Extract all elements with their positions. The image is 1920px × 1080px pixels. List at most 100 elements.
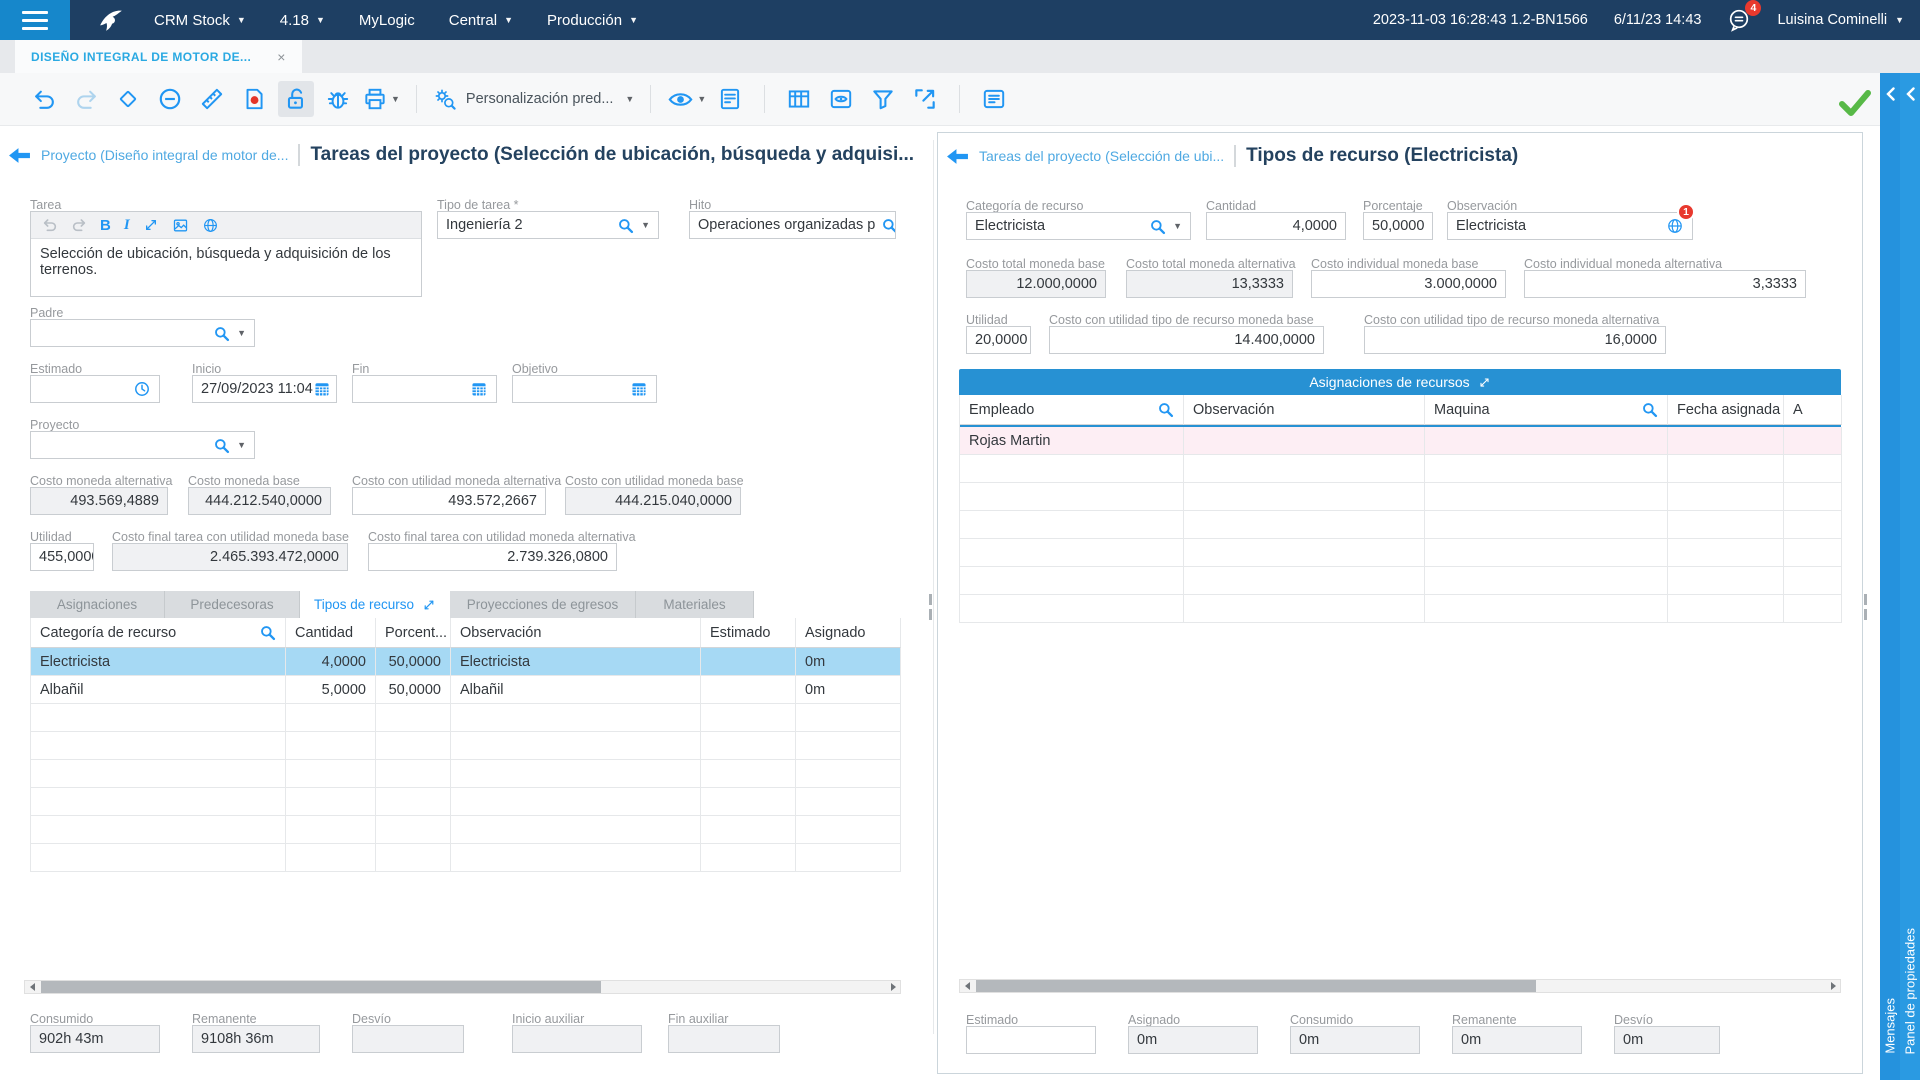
fullscreen-button[interactable] [907, 81, 943, 117]
fin-date-input[interactable] [352, 375, 497, 403]
scrollbar-thumb[interactable] [41, 981, 601, 993]
utilidad-input[interactable]: 455,0000 [30, 543, 94, 571]
scroll-right-arrow[interactable] [1826, 980, 1840, 992]
column-header[interactable]: Estimado [701, 618, 796, 648]
column-header[interactable]: Maquina [1425, 395, 1668, 425]
column-header[interactable]: Observación [1184, 395, 1425, 425]
desvio-input[interactable] [352, 1025, 464, 1053]
undo-icon[interactable] [42, 217, 58, 233]
horizontal-scrollbar[interactable] [959, 979, 1841, 993]
column-header[interactable]: Porcent... [376, 618, 451, 648]
column-header[interactable]: Observación [451, 618, 701, 648]
horizontal-scrollbar[interactable] [24, 980, 901, 994]
tarea-input[interactable]: Selección de ubicación, búsqueda y adqui… [31, 239, 421, 285]
chevron-down-icon[interactable]: ▼ [1173, 221, 1182, 231]
costo-individual-moneda-alternativa-input[interactable]: 3,3333 [1524, 270, 1806, 298]
back-arrow-icon[interactable] [946, 148, 969, 165]
utilidad-recurso-input[interactable]: 20,0000 [966, 326, 1031, 354]
insert-image-icon[interactable] [172, 217, 189, 234]
panel-splitter[interactable] [933, 140, 934, 1034]
back-arrow-icon[interactable] [8, 147, 31, 164]
undo-button[interactable] [26, 81, 62, 117]
consumido-recurso-input[interactable]: 0m [1290, 1026, 1420, 1054]
remanente-input[interactable]: 9108h 36m [192, 1025, 320, 1053]
watch-window-button[interactable] [823, 81, 859, 117]
tab-predecesoras[interactable]: Predecesoras [165, 591, 300, 618]
calendar-icon[interactable] [313, 380, 331, 398]
splitter-handle[interactable] [929, 594, 933, 620]
italic-button[interactable]: I [124, 217, 130, 234]
calendar-icon[interactable] [630, 380, 648, 398]
breadcrumb[interactable]: Proyecto (Diseño integral de motor de... [41, 147, 288, 163]
scroll-left-arrow[interactable] [25, 981, 39, 993]
nav-central[interactable]: Central▼ [449, 12, 513, 29]
measure-button[interactable] [194, 81, 230, 117]
chevron-down-icon[interactable]: ▼ [641, 220, 650, 230]
table-row-electricista[interactable]: Electricista 4,0000 50,0000 Electricista… [31, 648, 900, 676]
user-menu[interactable]: Luisina Cominelli▼ [1777, 12, 1904, 28]
globe-icon[interactable] [202, 217, 219, 234]
tipo-de-tarea-lookup[interactable]: Ingeniería 2 ▼ [437, 211, 659, 239]
hito-lookup[interactable]: Operaciones organizadas p ▼ [689, 211, 896, 239]
scroll-right-arrow[interactable] [886, 981, 900, 993]
costo-moneda-alternativa-input[interactable]: 493.569,4889 [30, 487, 168, 515]
personalization-dropdown[interactable]: Personalización pred... ▼ [433, 87, 634, 111]
confirm-button[interactable] [1838, 88, 1872, 118]
search-icon[interactable] [617, 217, 634, 234]
costo-final-utilidad-alternativa-input[interactable]: 2.739.326,0800 [368, 543, 617, 571]
search-icon[interactable] [213, 437, 230, 454]
sidebar-tab-panel-de-propiedades[interactable]: Panel de propiedades [1900, 73, 1920, 1080]
costo-con-utilidad-moneda-alternativa-input[interactable]: 493.572,2667 [352, 487, 546, 515]
proyecto-lookup[interactable]: ▼ [30, 431, 255, 459]
padre-lookup[interactable]: ▼ [30, 319, 255, 347]
tarea-richtext-editor[interactable]: B I Selección de ubicación, búsqueda y a… [30, 211, 422, 297]
cantidad-input[interactable]: 4,0000 [1206, 212, 1346, 240]
eraser-button[interactable] [110, 81, 146, 117]
column-header[interactable]: Asignado [796, 618, 901, 648]
asignado-input[interactable]: 0m [1128, 1026, 1258, 1054]
remove-record-button[interactable] [152, 81, 188, 117]
search-icon[interactable] [259, 624, 276, 641]
filter-button[interactable] [865, 81, 901, 117]
costo-total-moneda-alternativa-input[interactable]: 13,3333 [1126, 270, 1293, 298]
scrollbar-thumb[interactable] [976, 980, 1536, 992]
column-header[interactable]: Cantidad [286, 618, 376, 648]
column-header[interactable]: Empleado [960, 395, 1184, 425]
table-row-rojas-martin[interactable]: Rojas Martin [960, 427, 1841, 455]
costo-final-utilidad-base-input[interactable]: 2.465.393.472,0000 [112, 543, 348, 571]
close-icon[interactable]: × [277, 49, 286, 65]
column-header[interactable]: Fecha asignada [1668, 395, 1784, 425]
search-icon[interactable] [1149, 218, 1166, 235]
list-details-button[interactable] [976, 81, 1012, 117]
redo-icon[interactable] [71, 217, 87, 233]
objetivo-date-input[interactable] [512, 375, 657, 403]
chevron-down-icon[interactable]: ▼ [237, 328, 246, 338]
tab-materiales[interactable]: Materiales [636, 591, 754, 618]
print-button[interactable]: ▼ [362, 81, 400, 117]
search-icon[interactable] [1157, 401, 1174, 418]
costo-individual-moneda-base-input[interactable]: 3.000,0000 [1311, 270, 1506, 298]
remanente-recurso-input[interactable]: 0m [1452, 1026, 1582, 1054]
tab-asignaciones[interactable]: Asignaciones [30, 591, 165, 618]
debug-button[interactable] [320, 81, 356, 117]
column-header[interactable]: Categoría de recurso [31, 618, 286, 648]
inicio-auxiliar-input[interactable] [512, 1025, 642, 1053]
clock-icon[interactable] [133, 380, 151, 398]
costo-moneda-base-input[interactable]: 444.212.540,0000 [188, 487, 331, 515]
unlock-button[interactable] [278, 81, 314, 117]
tab-proyecciones-de-egresos[interactable]: Proyecciones de egresos [450, 591, 636, 618]
search-icon[interactable] [213, 325, 230, 342]
observacion-input[interactable]: Electricista [1447, 212, 1693, 240]
nav-mylogic[interactable]: MyLogic [359, 12, 415, 29]
hamburger-menu-button[interactable] [0, 0, 70, 40]
redo-button[interactable] [68, 81, 104, 117]
costo-con-utilidad-base-input[interactable]: 14.400,0000 [1049, 326, 1324, 354]
tab-tipos-de-recurso[interactable]: Tipos de recurso [300, 591, 450, 618]
inicio-date-input[interactable]: 27/09/2023 11:04 [192, 375, 337, 403]
report-preview-button[interactable] [712, 81, 748, 117]
porcentaje-input[interactable]: 50,0000 [1363, 212, 1433, 240]
nav-version[interactable]: 4.18▼ [280, 12, 325, 29]
record-button[interactable] [236, 81, 272, 117]
expand-icon[interactable] [422, 598, 436, 612]
grid-view-button[interactable] [781, 81, 817, 117]
